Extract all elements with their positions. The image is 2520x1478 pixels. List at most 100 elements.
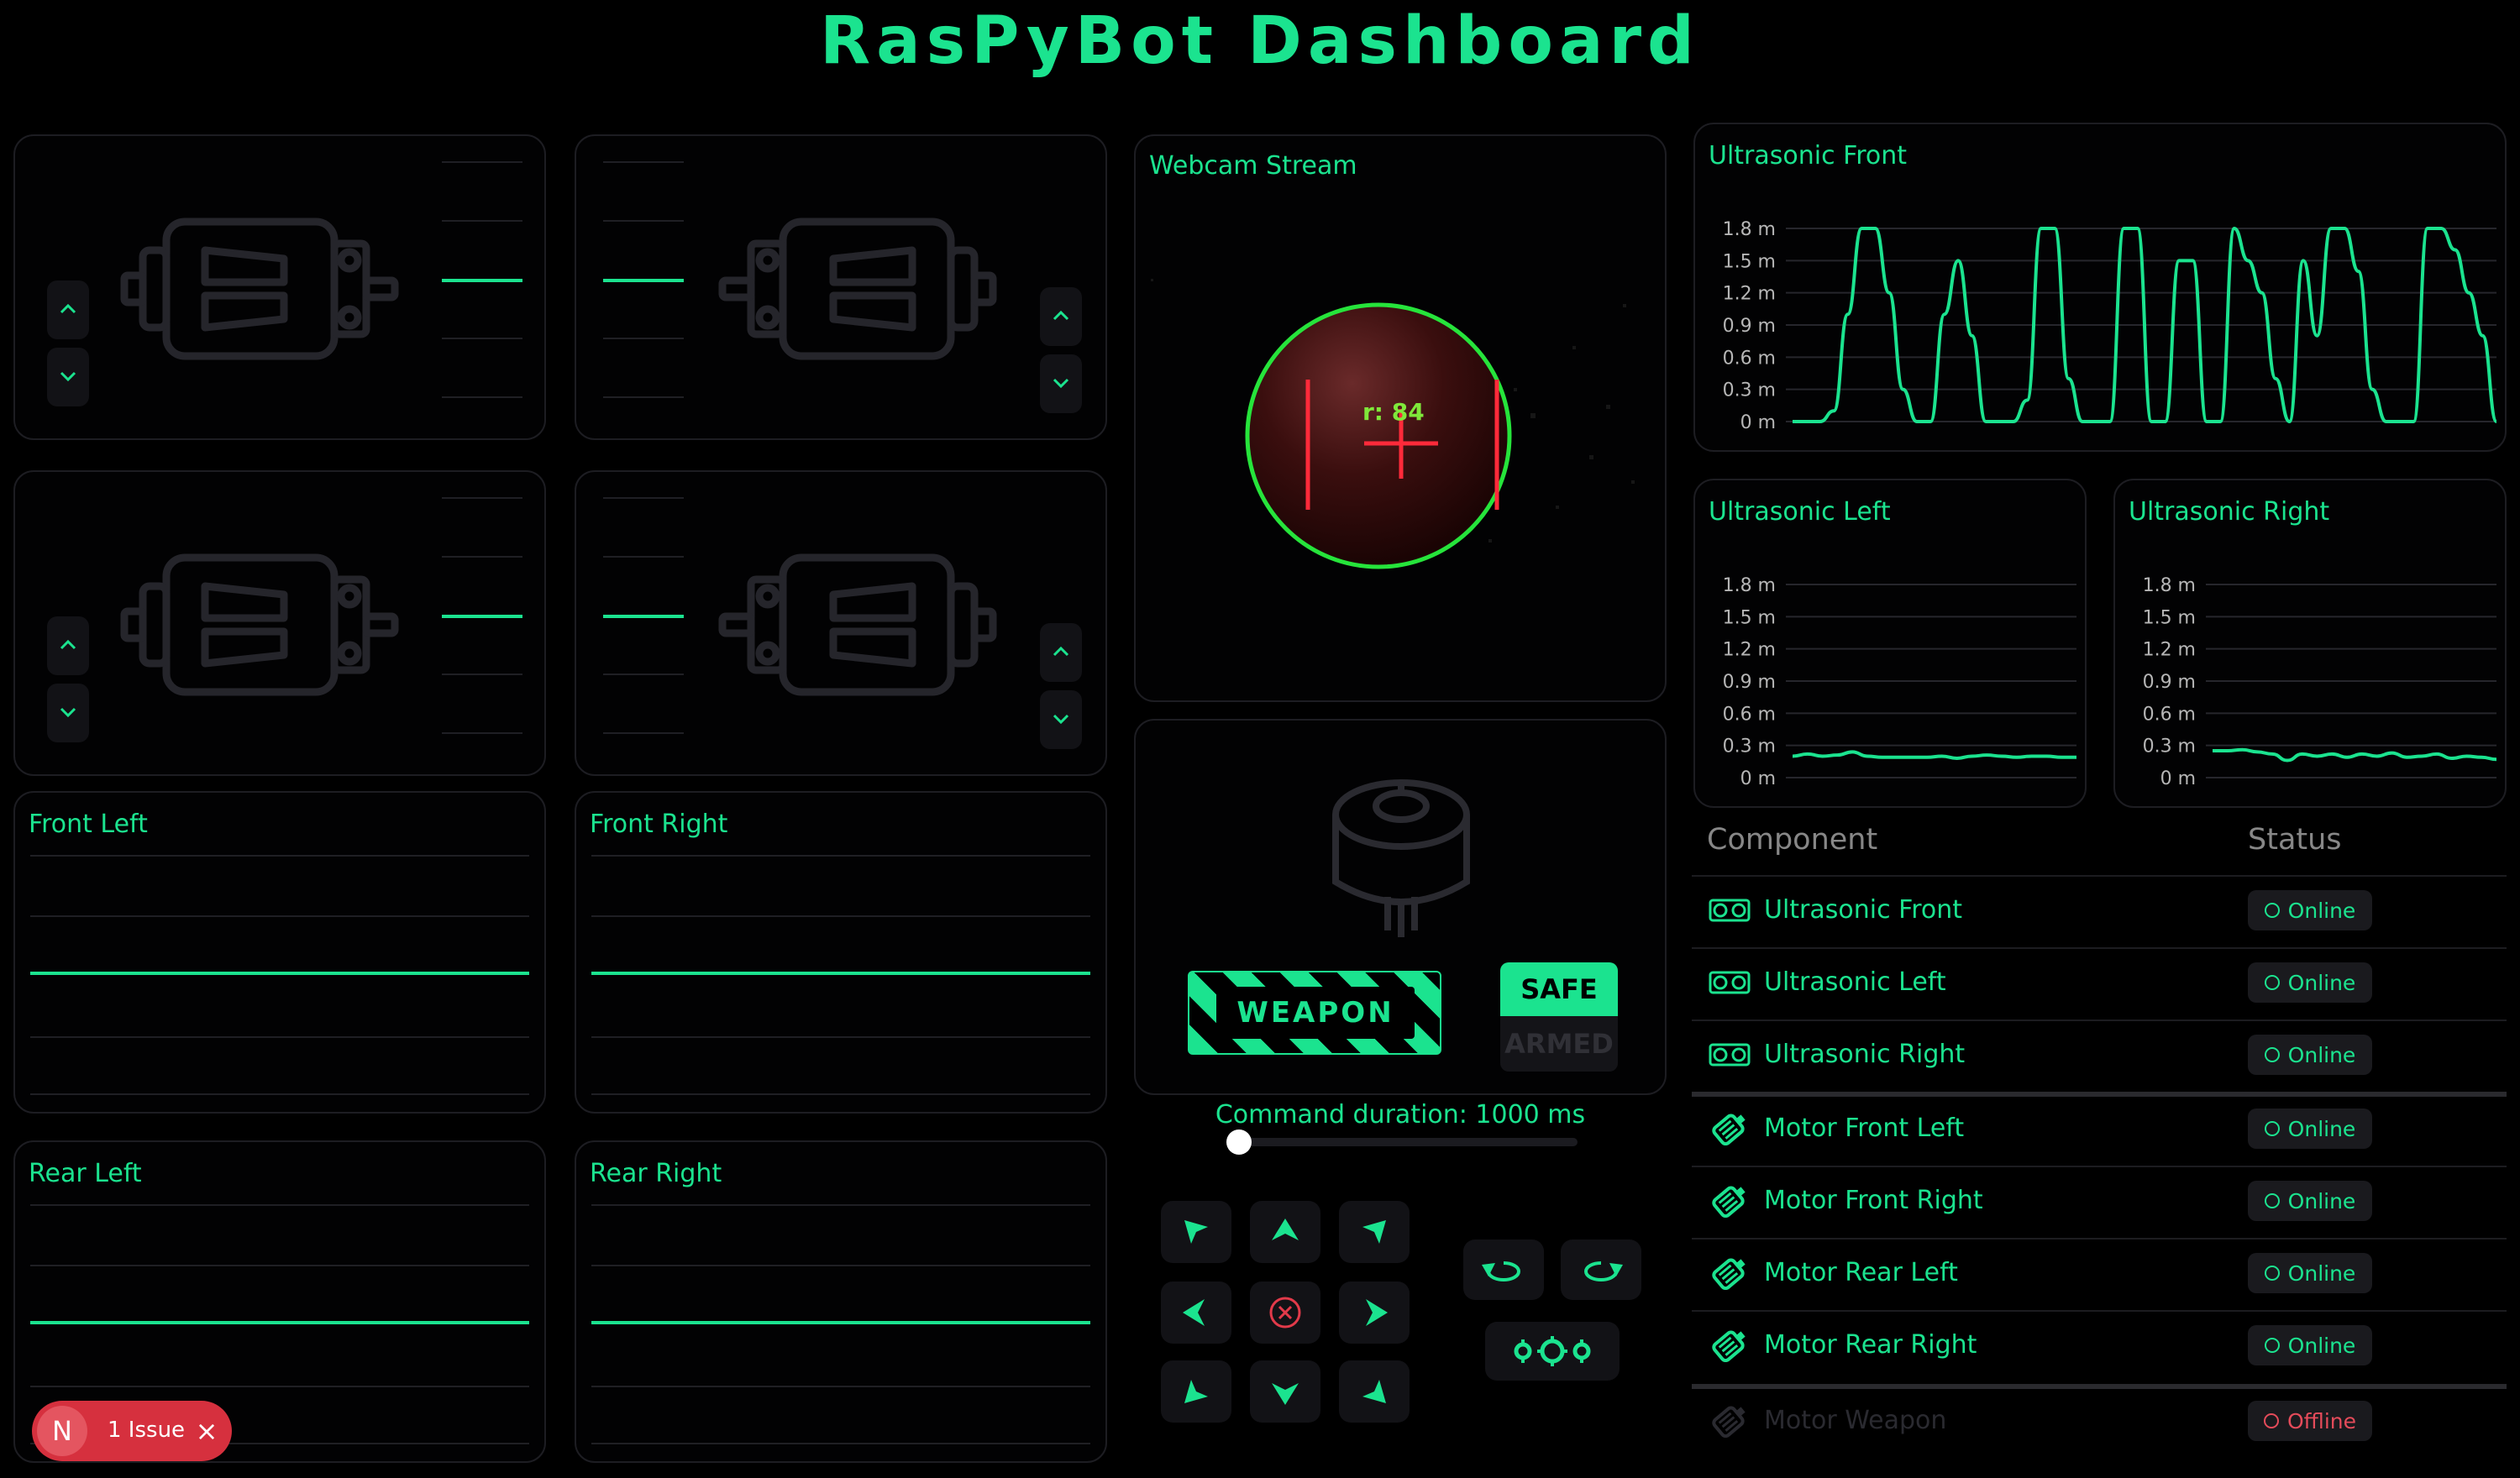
component-name: Motor Front Left (1764, 1114, 1965, 1143)
component-name: Motor Weapon (1764, 1406, 1947, 1435)
y-tick-label: 1.5 m (2143, 607, 2196, 628)
status-badge: Online (2248, 1253, 2372, 1293)
y-tick-label: 0.9 m (1723, 316, 1776, 337)
status-badge: Online (2248, 1325, 2372, 1365)
y-tick-label: 1.8 m (2143, 575, 2196, 596)
component-name: Ultrasonic Right (1764, 1040, 1966, 1069)
y-tick-label: 1.5 m (1723, 251, 1776, 272)
stop-button[interactable] (1250, 1281, 1320, 1344)
motor-up-button[interactable] (47, 280, 89, 339)
chart-plot: 0 m 0.3 m 0.6 m 0.9 m 1.2 m 1.5 m 1.8 m (2143, 575, 2497, 789)
y-tick-label: 1.5 m (1723, 607, 1776, 628)
status-badge: Online (2248, 890, 2372, 930)
row-divider (1692, 875, 2507, 877)
component-name: Motor Rear Left (1764, 1258, 1958, 1287)
y-tick-label: 0.9 m (2143, 672, 2196, 693)
status-badge: Online (2248, 1035, 2372, 1075)
y-tick-label: 0.3 m (1723, 736, 1776, 757)
weapon-panel: WEAPON SAFE ARMED (1134, 719, 1667, 1095)
status-badge: Online (2248, 1181, 2372, 1221)
y-tick-label: 1.8 m (1723, 219, 1776, 240)
component-name: Motor Rear Right (1764, 1330, 1977, 1360)
y-tick-label: 1.2 m (2143, 640, 2196, 661)
status-label: Offline (2286, 1408, 2357, 1433)
gears-button[interactable] (1485, 1322, 1620, 1381)
status-header: Status (2248, 823, 2342, 857)
weapon-safety-toggle[interactable]: SAFE ARMED (1500, 962, 1618, 1072)
slider-thumb[interactable] (1226, 1129, 1252, 1155)
ultrasonic-sensor-icon (1709, 1038, 1751, 1072)
row-divider (1692, 1019, 2507, 1021)
status-label: Online (2287, 898, 2356, 923)
command-duration-slider[interactable] (1226, 1129, 1578, 1155)
issues-label: 1 Issue (108, 1418, 186, 1443)
row-divider (1692, 947, 2507, 949)
motor-panel-rear-right: Rear Right (575, 1140, 1107, 1463)
chart-title: Ultrasonic Left (1709, 497, 1891, 527)
weapon-button[interactable]: WEAPON (1188, 971, 1441, 1055)
forward-button[interactable] (1250, 1201, 1320, 1263)
armed-option[interactable]: ARMED (1500, 1016, 1618, 1072)
component-header: Component (1707, 823, 1878, 857)
backward-left-button[interactable] (1161, 1360, 1231, 1423)
ultrasonic-sensor-icon (1709, 894, 1751, 927)
forward-left-button[interactable] (1161, 1201, 1231, 1263)
component-name: Ultrasonic Left (1764, 967, 1946, 997)
safe-option[interactable]: SAFE (1500, 962, 1618, 1016)
ultrasonic-front-chart: Ultrasonic Front 0 m 0.3 m 0.6 m 0.9 m 1.2 m… (1693, 123, 2507, 452)
issues-badge[interactable]: N 1 Issue × (32, 1401, 232, 1461)
forward-right-button[interactable] (1339, 1201, 1410, 1263)
series-line (1792, 750, 2076, 761)
motor-panel-front-right: Front Right (575, 791, 1107, 1114)
motor-icon (1709, 1329, 1751, 1363)
motor-panel-title: Rear Right (590, 1159, 722, 1188)
close-icon[interactable]: × (190, 1414, 223, 1448)
row-divider (1692, 1238, 2507, 1240)
backward-right-button[interactable] (1339, 1360, 1410, 1423)
ultrasonic-left-chart: Ultrasonic Left 0 m 0.3 m 0.6 m 0.9 m 1.2 m 1… (1693, 479, 2087, 808)
detection-label: r: 84 (1362, 398, 1425, 426)
check-circle-icon (2264, 1047, 2280, 1062)
chart-plot: 0 m 0.3 m 0.6 m 0.9 m 1.2 m 1.5 m 1.8 m (1723, 575, 2076, 789)
motor-icon (1709, 1256, 1751, 1291)
y-tick-label: 0 m (1740, 768, 1776, 789)
motor-up-button[interactable] (1040, 623, 1082, 682)
row-divider (1692, 1384, 2507, 1389)
rotate-right-button[interactable] (1561, 1240, 1641, 1300)
webcam-panel: Webcam Stream r: 84 (1134, 134, 1667, 702)
backward-button[interactable] (1250, 1360, 1320, 1423)
left-button[interactable] (1161, 1281, 1231, 1344)
motor-up-button[interactable] (47, 616, 89, 675)
check-circle-icon (2264, 1338, 2280, 1353)
y-tick-label: 1.8 m (1723, 575, 1776, 596)
y-tick-label: 0.6 m (2143, 704, 2196, 725)
y-tick-label: 0.9 m (1723, 672, 1776, 693)
motor-down-button[interactable] (47, 348, 89, 406)
motor-down-button[interactable] (1040, 354, 1082, 413)
status-badge: Offline (2248, 1401, 2372, 1441)
command-duration-label: Command duration: 1000 ms (1215, 1100, 1586, 1129)
motor-card-front-right (575, 134, 1107, 440)
y-tick-label: 1.2 m (1723, 284, 1776, 305)
motor-icon (1709, 1112, 1751, 1146)
motor-icon (1709, 1404, 1751, 1439)
component-name: Motor Front Right (1764, 1186, 1983, 1215)
chart-plot: 0 m 0.3 m 0.6 m 0.9 m 1.2 m 1.5 m 1.8 m (1723, 219, 2498, 433)
motor-speed-line (30, 972, 529, 975)
check-circle-icon (2264, 903, 2280, 918)
ultrasonic-right-chart: Ultrasonic Right 0 m 0.3 m 0.6 m 0.9 m 1.2 m… (2113, 479, 2507, 808)
right-button[interactable] (1339, 1281, 1410, 1344)
rotate-left-button[interactable] (1463, 1240, 1544, 1300)
motor-down-button[interactable] (47, 684, 89, 742)
motor-card-rear-right (575, 470, 1107, 776)
motor-up-button[interactable] (1040, 287, 1082, 346)
chart-title: Ultrasonic Right (2129, 497, 2330, 527)
status-label: Online (2287, 1188, 2356, 1213)
motor-down-button[interactable] (1040, 690, 1082, 749)
motor-speed-line (591, 972, 1090, 975)
status-label: Online (2287, 1333, 2356, 1358)
y-tick-label: 0.6 m (1723, 704, 1776, 725)
status-badge: Online (2248, 962, 2372, 1003)
weapon-label: WEAPON (1236, 996, 1394, 1030)
row-divider (1692, 1092, 2507, 1097)
